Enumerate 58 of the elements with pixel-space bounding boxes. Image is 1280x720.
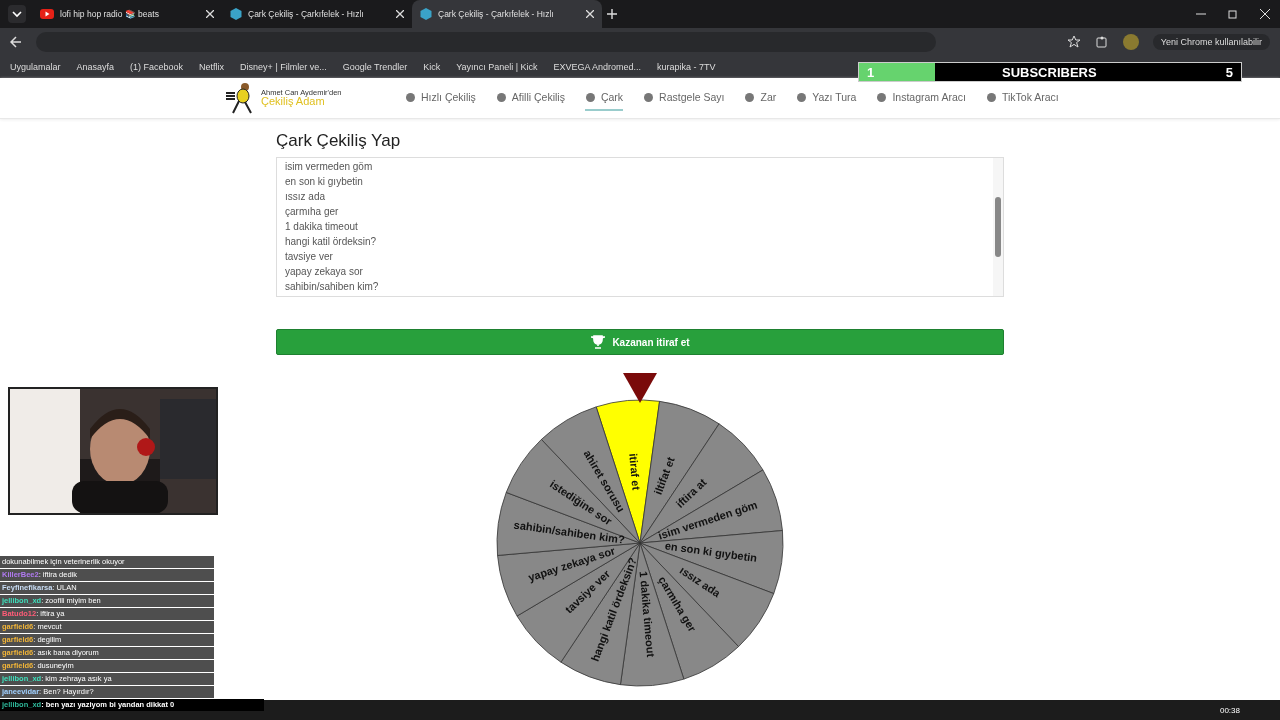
bookmark[interactable]: Uygulamalar — [10, 62, 61, 72]
avatar-icon[interactable] — [1122, 34, 1139, 50]
taskbar-clock: 00:38 — [1219, 705, 1240, 715]
circle-icon — [744, 91, 756, 103]
tab-list-button[interactable] — [8, 5, 26, 23]
logo-name: Çekiliş Adam — [261, 96, 325, 108]
nav-link[interactable]: Afilli Çekiliş — [495, 85, 565, 111]
bookmark[interactable]: Netflix — [199, 62, 225, 72]
chevron-down-icon — [12, 10, 22, 18]
close-icon[interactable] — [396, 10, 404, 18]
circle-icon — [584, 91, 596, 103]
close-icon[interactable] — [206, 10, 214, 18]
circle-icon — [876, 91, 888, 103]
entries-field[interactable]: isim vermeden göm en son ki gıybetin ıssız ada çarmıha ger 1 dakika timeout hangi katil ördeksin? tavsiye ver yapay zekaya sor sahibin/sahiben kim? — [276, 157, 1004, 297]
page-heading: Çark Çekiliş Yap — [276, 131, 402, 151]
nav-link[interactable]: Zar — [744, 85, 777, 111]
bookmark[interactable]: Anasayfa — [76, 62, 115, 72]
close-icon[interactable] — [1260, 9, 1270, 19]
circle-icon — [985, 91, 997, 103]
close-icon[interactable] — [586, 10, 594, 18]
bookmark[interactable]: Yayıncı Paneli | Kick — [456, 62, 538, 72]
bookmark[interactable]: Disney+ | Filmler ve... — [240, 62, 327, 72]
browser-tab[interactable]: Çark Çekiliş - Çarkıfelek - Hızlı — [222, 0, 412, 28]
subscriber-count: 1 — [866, 64, 876, 80]
nav-link[interactable]: Rastgele Sayı — [643, 85, 725, 111]
play-logo-icon — [40, 9, 54, 19]
extensions-icon[interactable] — [1094, 35, 1109, 49]
nav-link[interactable]: Instagram Aracı — [876, 85, 966, 111]
nav-link[interactable]: TikTok Aracı — [985, 85, 1059, 111]
nav-link[interactable]: Hızlı Çekiliş — [405, 85, 476, 111]
circle-icon — [796, 91, 808, 103]
browser-tab[interactable]: lofi hip hop radio 📚 beats — [32, 0, 222, 28]
circle-icon — [643, 91, 655, 103]
nav-link[interactable]: Yazı Tura — [796, 85, 857, 111]
nav-link[interactable]: Çark — [584, 85, 624, 111]
star-icon[interactable] — [1066, 35, 1081, 49]
browser-tab[interactable]: Çark Çekiliş - Çarkıfelek - Hızlı — [412, 0, 602, 28]
trophy-icon — [590, 335, 607, 349]
bookmark[interactable]: Kick — [423, 62, 441, 72]
bookmark[interactable]: (1) Facebook — [130, 62, 184, 72]
plus-icon — [607, 9, 617, 19]
subscriber-label: SUBSCRIBERS — [1002, 64, 1098, 80]
pointer-icon — [623, 373, 657, 403]
subscriber-goal: 5 — [1225, 64, 1234, 80]
hexagon-icon — [420, 8, 432, 20]
bookmark[interactable]: EXVEGA Andromed... — [553, 62, 642, 72]
segment-label: en son ki gıybetin — [664, 539, 758, 564]
segment-label: 1 dakika timeout — [637, 570, 658, 658]
restore-icon[interactable] — [1228, 9, 1238, 19]
circle-icon — [495, 91, 507, 103]
segment-label: iltifat et — [651, 455, 677, 497]
bookmark[interactable]: kurapika - 7TV — [657, 62, 716, 72]
segment-label: itiraf et — [627, 452, 643, 491]
circle-icon — [405, 91, 416, 103]
bookmark[interactable]: Google Trendler — [342, 62, 408, 72]
back-icon[interactable] — [10, 36, 22, 48]
hexagon-icon — [230, 8, 242, 20]
update-chip[interactable]: Yeni Chrome kullanılabilir — [1152, 34, 1270, 50]
